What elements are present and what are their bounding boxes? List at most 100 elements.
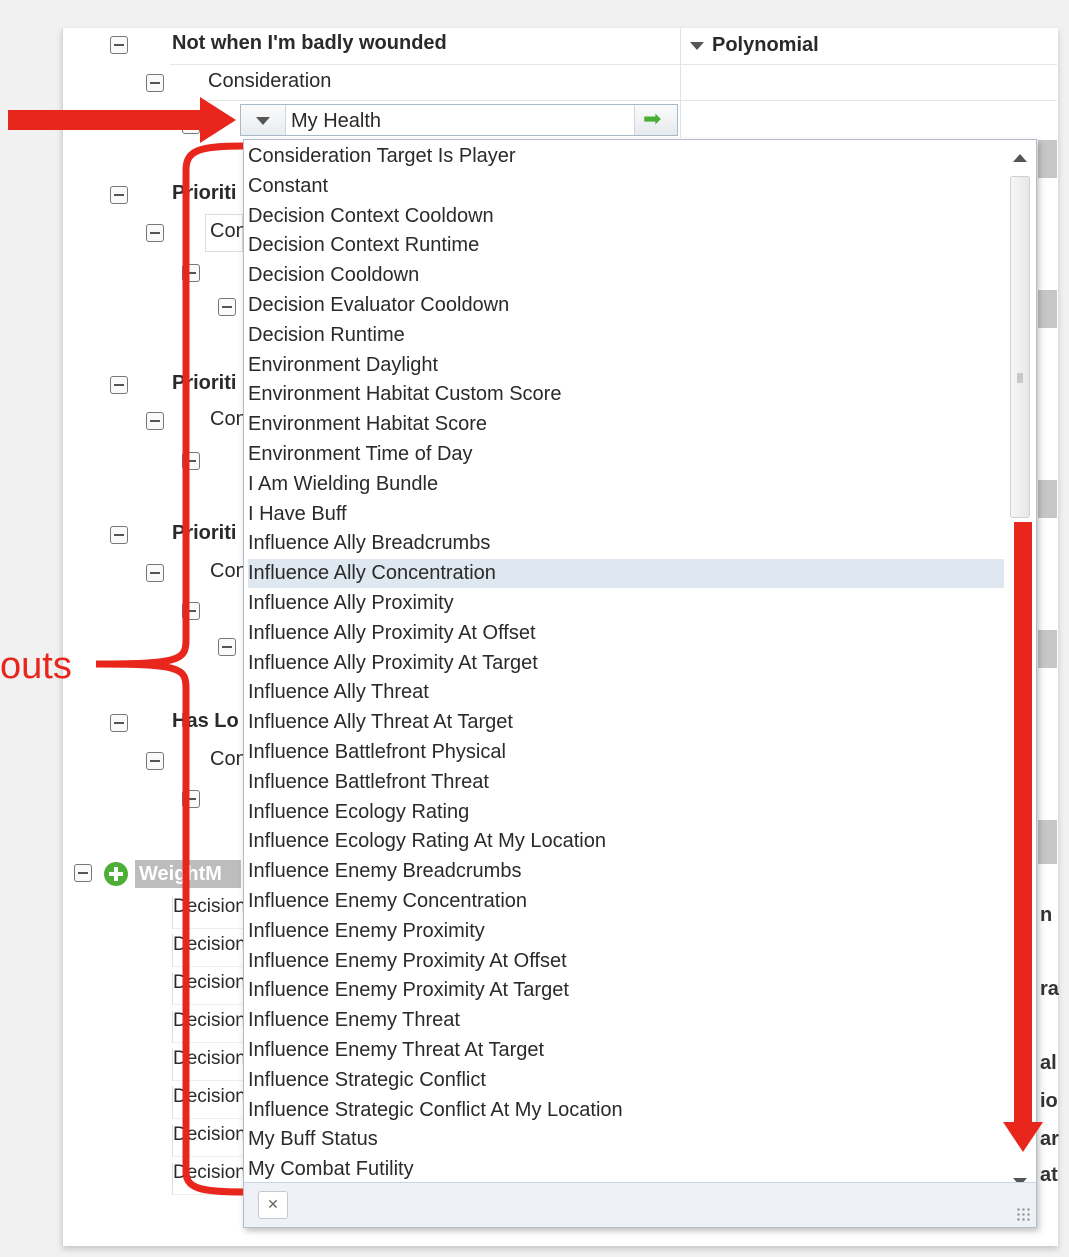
- collapse-icon[interactable]: [218, 638, 236, 656]
- annotation-arrowhead-icon: [200, 97, 236, 143]
- node-label-priority: Prioriti: [172, 372, 237, 394]
- dropdown-option[interactable]: Influence Ally Concentration: [248, 559, 1004, 589]
- collapse-icon[interactable]: [74, 864, 92, 882]
- dropdown-option[interactable]: Environment Habitat Score: [248, 410, 1004, 439]
- dropdown-option[interactable]: Decision Context Runtime: [248, 231, 1004, 260]
- dropdown-option[interactable]: Environment Habitat Custom Score: [248, 380, 1004, 409]
- add-icon[interactable]: [104, 862, 128, 886]
- decision-label: Decision: [172, 1010, 243, 1043]
- node-label-priority: Prioriti: [172, 182, 237, 204]
- row-divider: [205, 100, 1057, 101]
- collapse-icon[interactable]: [110, 36, 128, 54]
- con-label: Con: [210, 560, 244, 582]
- dropdown-option[interactable]: Decision Cooldown: [248, 261, 1004, 290]
- dropdown-option[interactable]: Influence Enemy Concentration: [248, 887, 1004, 916]
- dropdown-option[interactable]: I Have Buff: [248, 500, 1004, 529]
- dropdown-option[interactable]: Environment Daylight: [248, 351, 1004, 380]
- dropdown-arrow-icon[interactable]: [241, 105, 286, 135]
- dropdown-option[interactable]: Influence Ally Breadcrumbs: [248, 529, 1004, 558]
- collapse-icon[interactable]: [182, 790, 200, 808]
- dropdown-option[interactable]: Environment Time of Day: [248, 440, 1004, 469]
- collapse-icon[interactable]: [146, 752, 164, 770]
- collapse-icon[interactable]: [182, 602, 200, 620]
- dropdown-option[interactable]: My Combat Futility: [248, 1155, 1004, 1184]
- con-label: Con: [210, 408, 244, 430]
- con-label: Con: [210, 748, 244, 770]
- dropdown-option[interactable]: Influence Ecology Rating At My Location: [248, 827, 1004, 856]
- curve-type-dropdown[interactable]: Polynomial: [690, 34, 819, 57]
- decision-label: Decision: [172, 972, 243, 1005]
- annotation-arrow-down: [1014, 522, 1032, 1130]
- dropdown-option[interactable]: Influence Enemy Threat At Target: [248, 1036, 1004, 1065]
- decision-label: Decision: [172, 1124, 243, 1157]
- annotation-text: outs: [0, 645, 72, 687]
- collapse-icon[interactable]: [110, 526, 128, 544]
- dropdown-option[interactable]: Influence Enemy Threat: [248, 1006, 1004, 1035]
- dropdown-option[interactable]: Constant: [248, 172, 1004, 201]
- consideration-dropdown-list[interactable]: Consideration Target Is Player Constant De…: [243, 139, 1037, 1228]
- dropdown-option[interactable]: Decision Evaluator Cooldown: [248, 291, 1004, 320]
- annotation-arrow-right: [8, 110, 208, 130]
- dropdown-option[interactable]: Influence Ally Threat: [248, 678, 1004, 707]
- scroll-up-icon[interactable]: [1013, 154, 1027, 162]
- collapse-icon[interactable]: [146, 224, 164, 242]
- dropdown-option[interactable]: Influence Enemy Proximity At Target: [248, 976, 1004, 1005]
- dropdown-option[interactable]: Influence Ally Threat At Target: [248, 708, 1004, 737]
- dropdown-option[interactable]: Influence Ecology Rating: [248, 798, 1004, 827]
- collapse-icon[interactable]: [146, 74, 164, 92]
- dropdown-option[interactable]: Influence Strategic Conflict At My Locat…: [248, 1096, 1004, 1125]
- collapse-icon[interactable]: [110, 714, 128, 732]
- dropdown-option[interactable]: Consideration Target Is Player: [248, 142, 1004, 171]
- grip-icon: [1017, 373, 1023, 383]
- right-column-band: [1038, 480, 1057, 518]
- collapse-icon[interactable]: [218, 298, 236, 316]
- right-column-band: [1038, 290, 1057, 328]
- decision-label: Decision: [172, 1086, 243, 1119]
- dropdown-option[interactable]: Influence Enemy Breadcrumbs: [248, 857, 1004, 886]
- resize-grip-icon[interactable]: [1016, 1207, 1030, 1221]
- root-node-label: Not when I'm badly wounded: [172, 32, 447, 54]
- dropdown-footer: ✕: [244, 1182, 1036, 1227]
- con-label: Con: [210, 220, 244, 242]
- collapse-icon[interactable]: [110, 376, 128, 394]
- dropdown-option[interactable]: Influence Battlefront Threat: [248, 768, 1004, 797]
- weight-node-label: WeightM: [135, 860, 241, 888]
- collapse-icon[interactable]: [110, 186, 128, 204]
- consideration-combo[interactable]: My Health: [240, 104, 678, 136]
- dropdown-option[interactable]: Influence Ally Proximity At Offset: [248, 619, 1004, 648]
- consideration-label: Consideration: [208, 70, 332, 92]
- decision-label: Decision: [172, 934, 243, 967]
- right-column-band: [1038, 140, 1057, 178]
- right-column-text: al: [1040, 1052, 1057, 1074]
- scroll-thumb[interactable]: [1010, 176, 1030, 518]
- dropdown-option[interactable]: Decision Runtime: [248, 321, 1004, 350]
- combo-value: My Health: [291, 110, 382, 132]
- dropdown-option[interactable]: Influence Enemy Proximity: [248, 917, 1004, 946]
- node-label-priority: Prioriti: [172, 522, 237, 544]
- dropdown-option[interactable]: Influence Battlefront Physical: [248, 738, 1004, 767]
- clear-icon[interactable]: ✕: [258, 1191, 288, 1219]
- dropdown-option[interactable]: Decision Context Cooldown: [248, 202, 1004, 231]
- right-column-text: at: [1040, 1164, 1058, 1186]
- dropdown-option[interactable]: Influence Enemy Proximity At Offset: [248, 947, 1004, 976]
- collapse-icon[interactable]: [182, 452, 200, 470]
- dropdown-option[interactable]: I Am Wielding Bundle: [248, 470, 1004, 499]
- right-column-text: io: [1040, 1090, 1058, 1112]
- column-divider: [680, 28, 681, 138]
- decision-label: Decision: [172, 1048, 243, 1081]
- collapse-icon[interactable]: [146, 412, 164, 430]
- dropdown-option[interactable]: Influence Ally Proximity: [248, 589, 1004, 618]
- dropdown-option[interactable]: Influence Ally Proximity At Target: [248, 649, 1004, 678]
- decision-label: Decision: [172, 1162, 243, 1195]
- dropdown-option[interactable]: My Buff Status: [248, 1125, 1004, 1154]
- right-column-band: [1038, 820, 1057, 864]
- decision-label: Decision: [172, 896, 243, 929]
- row-divider: [170, 64, 1057, 65]
- dropdown-option[interactable]: Influence Strategic Conflict: [248, 1066, 1004, 1095]
- collapse-icon[interactable]: [182, 264, 200, 282]
- go-arrow-icon[interactable]: [634, 105, 677, 135]
- collapse-icon[interactable]: [146, 564, 164, 582]
- right-column-band: [1038, 630, 1057, 668]
- annotation-arrowhead-icon: [1003, 1122, 1043, 1152]
- right-column-text: ra: [1040, 978, 1059, 1000]
